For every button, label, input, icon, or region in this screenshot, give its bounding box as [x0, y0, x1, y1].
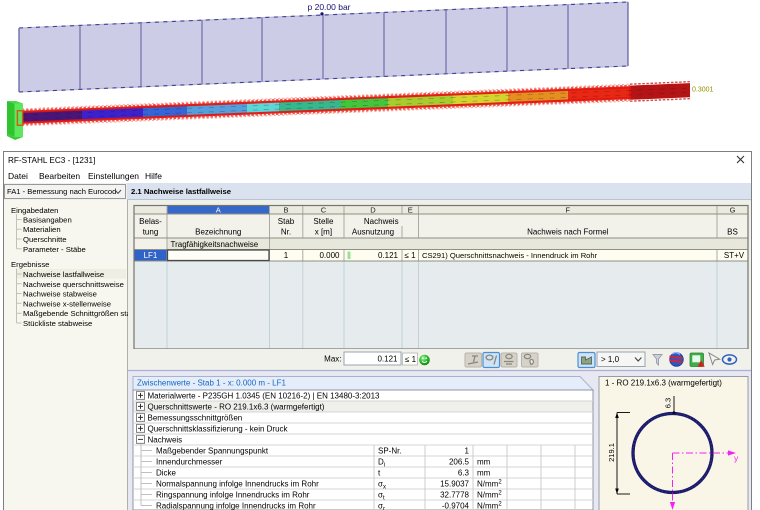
svg-text:SP-Nr.: SP-Nr. [378, 446, 402, 455]
svg-text:15.9037: 15.9037 [440, 479, 469, 488]
svg-text:Normalspannung infolge Innendr: Normalspannung infolge Innendrucks im Ro… [156, 479, 319, 488]
svg-text:206.5: 206.5 [449, 457, 470, 466]
svg-text:Materialwerte - P235GH 1.0345: Materialwerte - P235GH 1.0345 (EN 10216-… [148, 391, 381, 400]
svg-text:219.1: 219.1 [607, 443, 616, 462]
svg-text:mm: mm [477, 457, 491, 466]
svg-text:0.3001: 0.3001 [692, 87, 714, 94]
svg-text:Dicke: Dicke [156, 468, 177, 477]
svg-text:Basisangaben: Basisangaben [23, 216, 72, 225]
svg-text:Radialspannung infolge Innendr: Radialspannung infolge Innendrucks im Ro… [156, 501, 316, 510]
svg-text:Nachweis: Nachweis [148, 435, 183, 444]
svg-text:1: 1 [465, 446, 470, 455]
svg-text:Nachweise stabweise: Nachweise stabweise [23, 290, 97, 299]
svg-text:Querschnittswerte - RO 219.1: Querschnittswerte - RO 219.1x6.3 (warmge… [148, 402, 325, 411]
svg-text:Parameter - Stäbe: Parameter - Stäbe [23, 245, 86, 254]
svg-text:Nachweise lastfallweise: Nachweise lastfallweise [23, 270, 104, 279]
svg-text:Zwischenwerte - Stab 1 - x: 0.: Zwischenwerte - Stab 1 - x: 0.000 m - LF… [137, 379, 286, 388]
svg-text:Ringspannung infolge Innendruc: Ringspannung infolge Innendrucks im Rohr [156, 490, 310, 499]
svg-text:Maßgebende Schnittgrößen sta: Maßgebende Schnittgrößen sta [23, 309, 128, 318]
svg-text:Innendurchmesser: Innendurchmesser [156, 457, 223, 466]
svg-text:p 20.00 bar: p 20.00 bar [308, 2, 351, 12]
svg-text:Bemessungsschnittgrößen: Bemessungsschnittgrößen [148, 413, 243, 422]
svg-text:Stückliste stabweise: Stückliste stabweise [23, 319, 92, 328]
svg-text:Maßgebender Spannungspunkt: Maßgebender Spannungspunkt [156, 446, 269, 455]
svg-text:32.7778: 32.7778 [440, 490, 469, 499]
svg-text:Querschnitte: Querschnitte [23, 235, 67, 244]
svg-text:Materialien: Materialien [23, 225, 61, 234]
svg-text:mm: mm [477, 468, 491, 477]
svg-text:Ergebnisse: Ergebnisse [11, 260, 49, 269]
svg-text:Eingabedaten: Eingabedaten [11, 206, 58, 215]
svg-text:1 - RO 219.1x6.3 (warmgefertig: 1 - RO 219.1x6.3 (warmgefertigt) [605, 379, 722, 388]
svg-text:Nachweise querschnittsweise: Nachweise querschnittsweise [23, 280, 124, 289]
svg-text:-0.9704: -0.9704 [442, 501, 470, 510]
svg-text:Querschnittsklassifizierung -: Querschnittsklassifizierung - kein Druck [148, 424, 289, 433]
svg-text:Nachweise x-stellenweise: Nachweise x-stellenweise [23, 299, 111, 308]
svg-text:6.3: 6.3 [458, 468, 470, 477]
svg-text:6.3: 6.3 [664, 398, 673, 408]
